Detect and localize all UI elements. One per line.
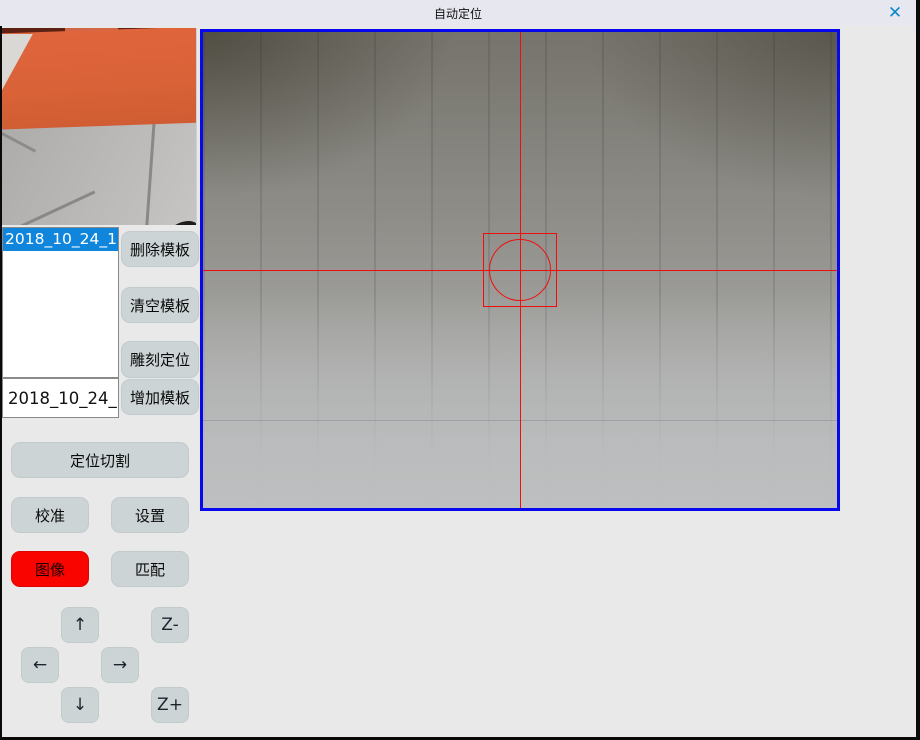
template-thumbnail[interactable]: [2, 28, 197, 225]
add-template-button[interactable]: 增加模板: [121, 379, 199, 415]
delete-template-button[interactable]: 删除模板: [121, 231, 199, 267]
engrave-position-button[interactable]: 雕刻定位: [121, 341, 199, 378]
jog-up-button[interactable]: ↑: [61, 607, 99, 643]
thumbnail-dark-object: [160, 221, 197, 225]
match-button[interactable]: 匹配: [111, 551, 189, 587]
jog-left-button[interactable]: ←: [21, 647, 59, 683]
thumbnail-tile-grout-short: [2, 130, 36, 152]
thumbnail-orange-beam: [2, 28, 197, 130]
calibrate-button[interactable]: 校准: [11, 497, 89, 533]
auto-position-dialog: 自动定位 ✕ 2018_10_24_11 删除模板 清空模板 雕刻定位 增加模板…: [0, 0, 920, 740]
template-list[interactable]: 2018_10_24_11: [2, 227, 119, 378]
jog-right-button[interactable]: →: [101, 647, 139, 683]
thumbnail-tile-grout-diagonal: [2, 190, 95, 225]
target-circle: [489, 239, 551, 301]
dialog-title: 自动定位: [434, 5, 482, 22]
template-list-item[interactable]: 2018_10_24_11: [3, 228, 118, 251]
jog-z-minus-button[interactable]: Z-: [151, 607, 189, 643]
close-icon[interactable]: ✕: [884, 2, 906, 24]
clear-templates-button[interactable]: 清空模板: [121, 287, 199, 323]
settings-button[interactable]: 设置: [111, 497, 189, 533]
title-bar: 自动定位 ✕: [0, 0, 916, 26]
image-button[interactable]: 图像: [11, 551, 89, 587]
position-cut-button[interactable]: 定位切割: [11, 442, 189, 478]
jog-z-plus-button[interactable]: Z+: [151, 687, 189, 723]
thumbnail-tile-grout-vertical: [143, 120, 155, 225]
jog-down-button[interactable]: ↓: [61, 687, 99, 723]
template-name-input[interactable]: [2, 378, 119, 418]
camera-view[interactable]: [200, 29, 840, 511]
